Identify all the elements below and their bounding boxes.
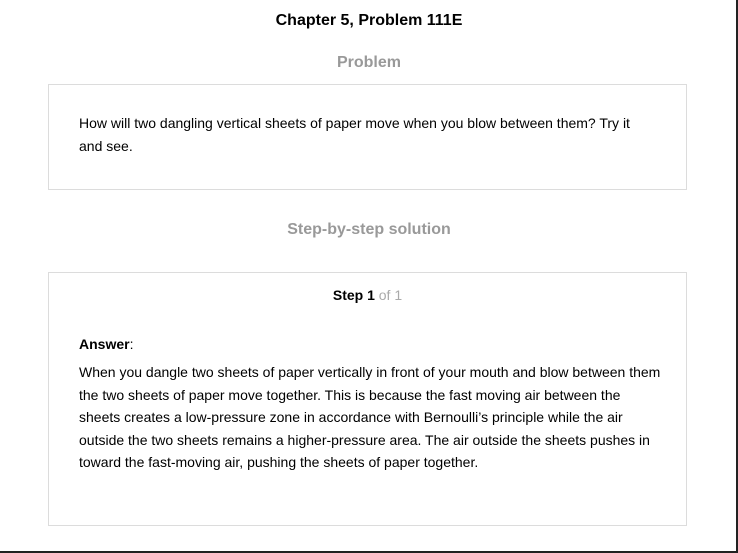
problem-heading: Problem (336, 54, 401, 71)
chapter-title: Chapter 5, Problem 111E (275, 12, 463, 29)
solution-heading: Step-by-step solution (287, 221, 451, 238)
answer-label: Answer: (79, 335, 133, 353)
problem-text: How will two dangling vertical sheets of… (79, 115, 630, 154)
solution-box: Step 1 of 1 Answer: When you dangle two … (48, 272, 687, 526)
step-count: of 1 (374, 287, 403, 303)
step-title: Step 1 of 1 (49, 286, 686, 304)
answer-label-colon: : (129, 336, 134, 352)
step-label: Step 1 (332, 287, 375, 303)
problem-box: How will two dangling vertical sheets of… (48, 84, 687, 190)
answer-label-text: Answer (79, 336, 130, 352)
answer-text: When you dangle two sheets of paper vert… (79, 364, 661, 471)
